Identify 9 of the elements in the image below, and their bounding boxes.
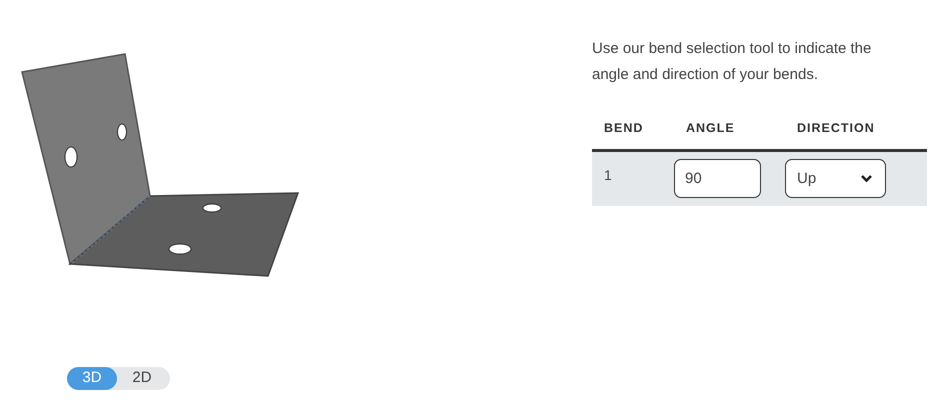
column-header: BEND (604, 121, 644, 135)
angle-field[interactable]: 90 (674, 159, 761, 198)
intro-text: Use our bend selection tool to indicate the angle and direction of your bends. (592, 39, 872, 85)
bend-number: 1 (604, 166, 612, 182)
chevron-down-icon (860, 174, 873, 184)
direction-dropdown[interactable]: Up (785, 159, 886, 198)
view-toggle-option[interactable]: 2D (117, 366, 167, 390)
column-header: ANGLE (686, 121, 735, 135)
column-header: DIRECTION (797, 121, 875, 135)
